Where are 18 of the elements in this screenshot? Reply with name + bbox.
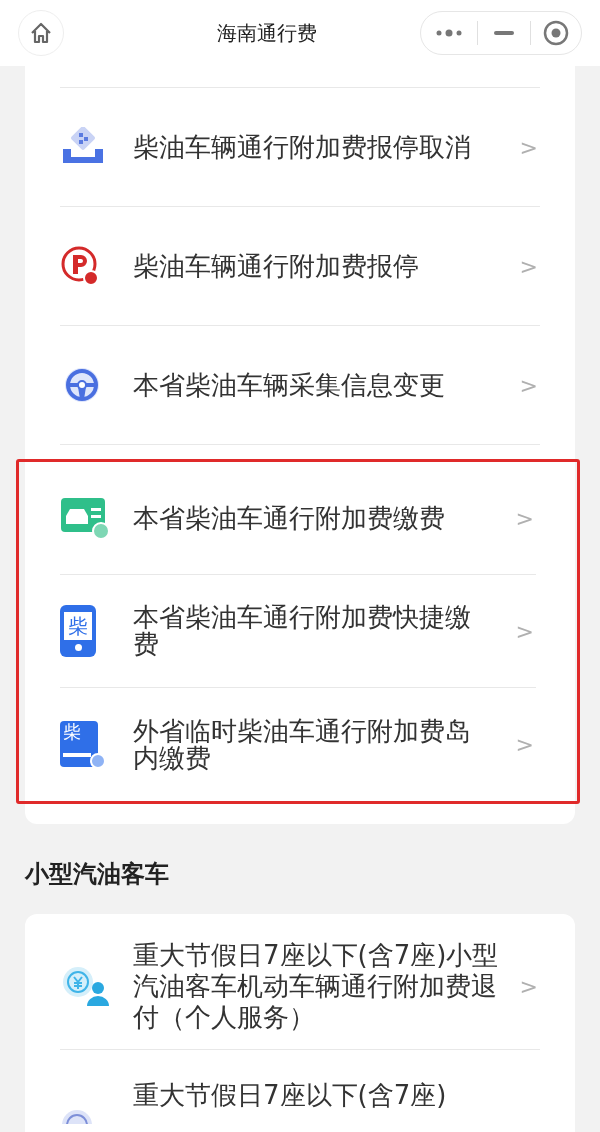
chevron: > [519,371,538,400]
chevron: > [515,504,534,533]
chevron: > [515,731,534,759]
service-label[interactable]: 重大节假日7座以下(含7座) [133,1080,503,1111]
chevron: > [519,973,538,1001]
service-label[interactable]: 柴油车辆通行附加费报停取消 [133,133,495,161]
page-title: 海南通行费 [216,20,318,47]
chevron: > [519,133,538,162]
service-label[interactable]: 本省柴油车辆采集信息变更 [133,371,495,399]
service-label[interactable]: 重大节假日7座以下(含7座)小型汽油客车机动车辆通行附加费退付（个人服务） [133,940,503,1033]
phone-icon: 柴 [60,605,96,657]
chevron: > [519,252,538,281]
service-label[interactable]: 本省柴油车通行附加费缴费 [133,504,495,532]
service-label[interactable]: 本省柴油车通行附加费快捷缴费 [133,604,495,658]
service-label[interactable]: 外省临时柴油车通行附加费岛内缴费 [133,717,495,772]
section-title: 小型汽油客车 [23,859,170,890]
service-label[interactable]: 柴油车辆通行附加费报停 [133,252,495,280]
chevron: > [515,617,534,646]
